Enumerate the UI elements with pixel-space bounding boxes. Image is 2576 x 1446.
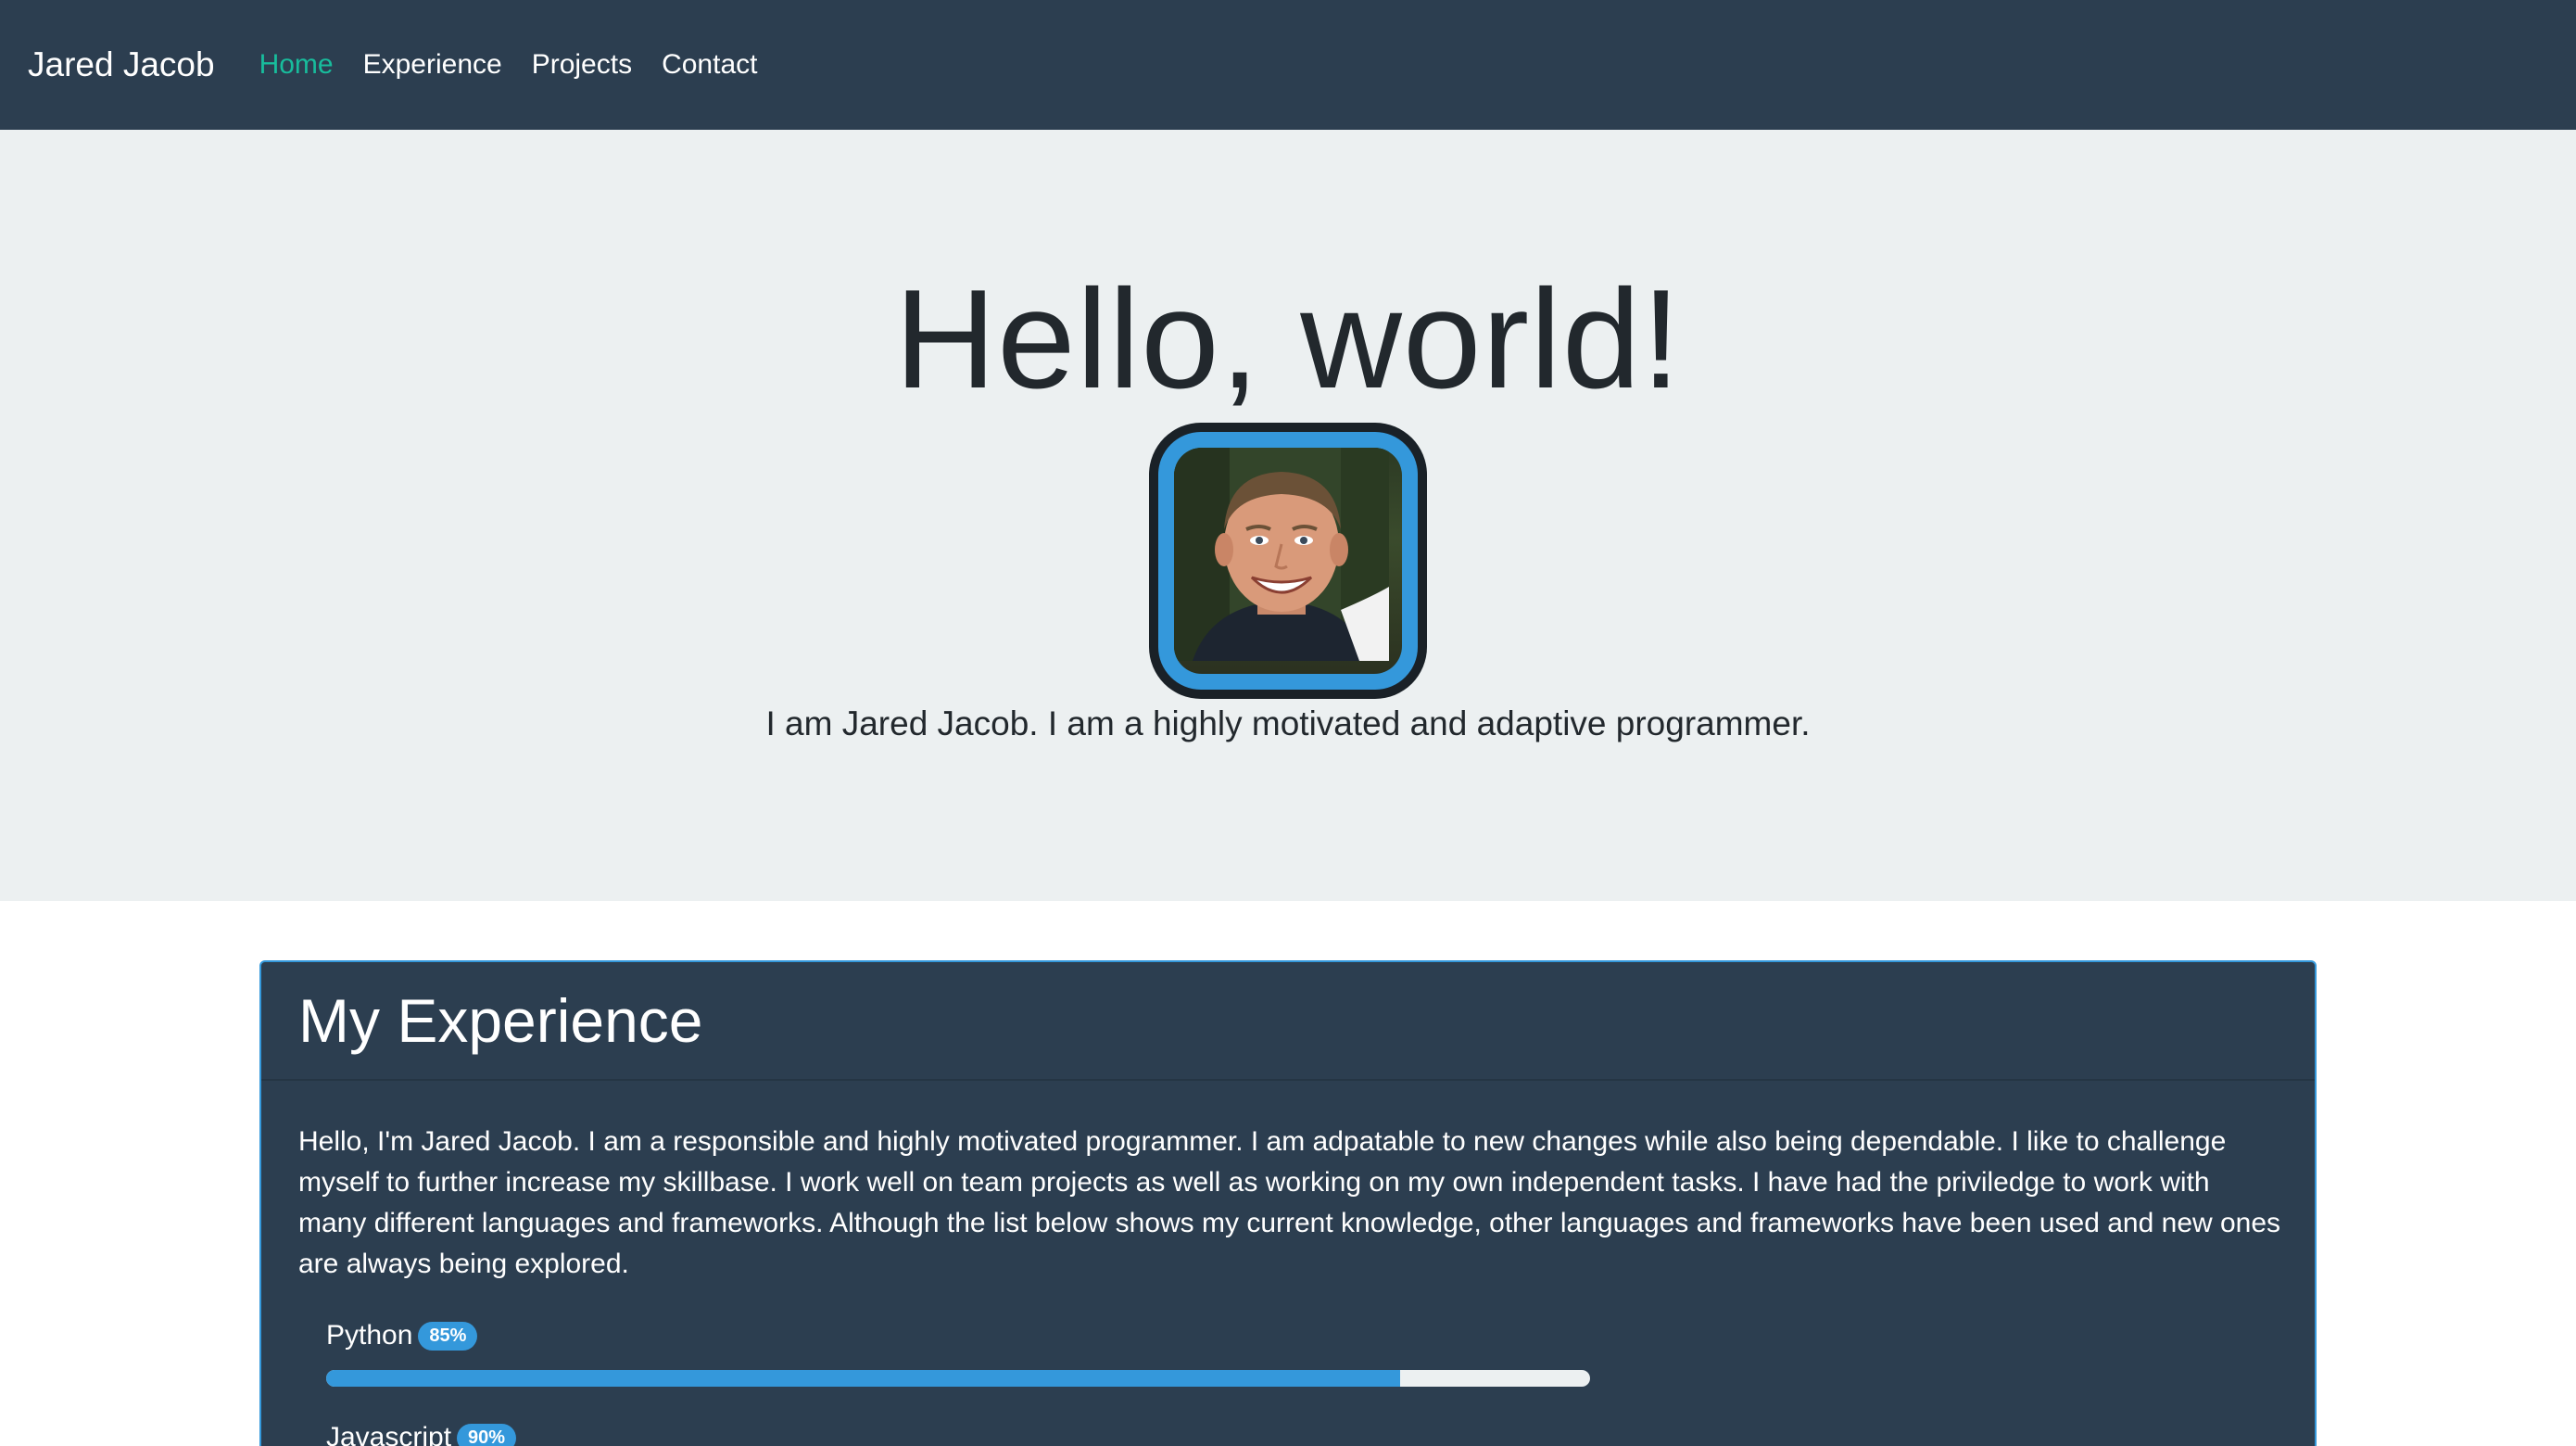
experience-title: My Experience (298, 986, 703, 1055)
experience-card-header: My Experience (261, 962, 2315, 1081)
skill-progress-fill (326, 1370, 1401, 1387)
nav-home[interactable]: Home (259, 49, 334, 81)
experience-card-body: Hello, I'm Jared Jacob. I am a responsib… (261, 1081, 2315, 1446)
nav-projects[interactable]: Projects (532, 49, 632, 81)
nav-contact[interactable]: Contact (662, 49, 757, 81)
hero-title: Hello, world! (894, 260, 1682, 418)
skill-badge: 85% (418, 1321, 478, 1351)
hero-subtitle: I am Jared Jacob. I am a highly motivate… (765, 704, 1811, 742)
nav-experience[interactable]: Experience (363, 49, 502, 81)
experience-card: My Experience Hello, I'm Jared Jacob. I … (259, 960, 2317, 1446)
profile-photo (1174, 448, 1402, 674)
skill-name: Python (326, 1320, 413, 1351)
skill-progress-bar (326, 1370, 1590, 1387)
skill-name: Javascript (326, 1422, 452, 1446)
navbar: Jared Jacob Home Experience Projects Con… (0, 0, 2576, 130)
experience-description: Hello, I'm Jared Jacob. I am a responsib… (298, 1126, 2281, 1279)
skill-badge: 90% (457, 1423, 517, 1446)
skill-javascript: Javascript 90% (326, 1422, 2278, 1446)
profile-portrait-image (1174, 448, 1389, 661)
hero-section: Hello, world! I am Jared Jacob. I am a h… (0, 130, 2576, 901)
brand-link[interactable]: Jared Jacob (28, 45, 215, 84)
skill-python: Python 85% (326, 1320, 2278, 1387)
profile-avatar (1149, 423, 1427, 699)
